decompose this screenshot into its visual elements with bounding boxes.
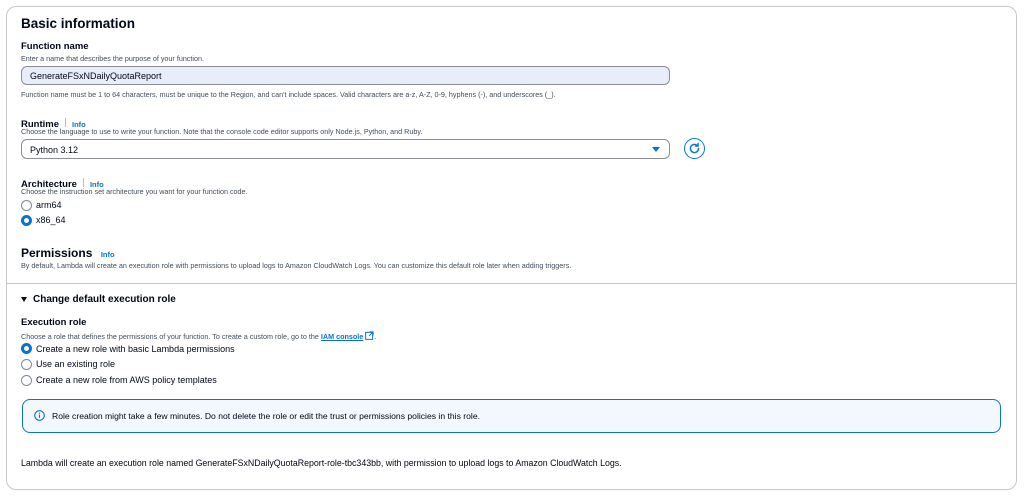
function-name-label: Function name [21,41,89,52]
runtime-selected-value: Python 3.12 [30,145,79,155]
radio-create-basic-role[interactable] [21,343,32,354]
alert-text: Role creation might take a few minutes. … [52,411,480,421]
radio-use-existing-role[interactable] [21,359,32,370]
execution-role-label: Execution role [21,317,87,328]
function-name-constraint: Function name must be 1 to 64 characters… [21,90,556,99]
permissions-info-link[interactable]: Info [101,250,115,259]
refresh-icon-glyph [689,142,700,154]
execution-role-description-line: Choose a role that defines the permissio… [21,331,376,341]
radio-label-use-existing-role[interactable]: Use an existing role [36,359,115,369]
change-default-role-expander[interactable]: Change default execution role [33,294,176,305]
caret-down-icon [652,147,660,152]
radio-label-x86-64[interactable]: x86_64 [36,215,66,225]
role-creation-alert: Role creation might take a few minutes. … [22,399,1001,433]
link-suffix: . [374,332,377,341]
caret-expanded-icon[interactable] [21,297,27,302]
radio-label-create-basic-role[interactable]: Create a new role with basic Lambda perm… [36,344,235,354]
info-icon [34,410,45,421]
permissions-description: By default, Lambda will create an execut… [21,261,572,270]
section-title: Basic information [21,16,136,31]
architecture-description: Choose the instruction set architecture … [21,187,248,196]
radio-label-policy-templates[interactable]: Create a new role from AWS policy templa… [36,375,217,385]
execution-role-description: Choose a role that defines the permissio… [21,332,319,341]
runtime-description: Choose the language to use to write your… [21,127,423,136]
iam-console-link[interactable]: IAM console [321,332,363,341]
refresh-icon[interactable] [684,138,705,159]
radio-arm64[interactable] [21,200,32,211]
execution-role-footer-note: Lambda will create an execution role nam… [21,458,622,468]
radio-x86-64[interactable] [21,215,32,226]
permissions-title: Permissions [21,246,93,260]
permissions-header: Permissions Info [21,244,115,262]
radio-label-arm64[interactable]: arm64 [36,200,62,210]
radio-policy-templates[interactable] [21,375,32,386]
function-name-description: Enter a name that describes the purpose … [21,54,204,63]
runtime-select[interactable]: Python 3.12 [21,139,670,159]
external-link-icon[interactable] [365,331,374,340]
function-name-input[interactable] [21,66,670,85]
section-divider [6,283,1017,284]
